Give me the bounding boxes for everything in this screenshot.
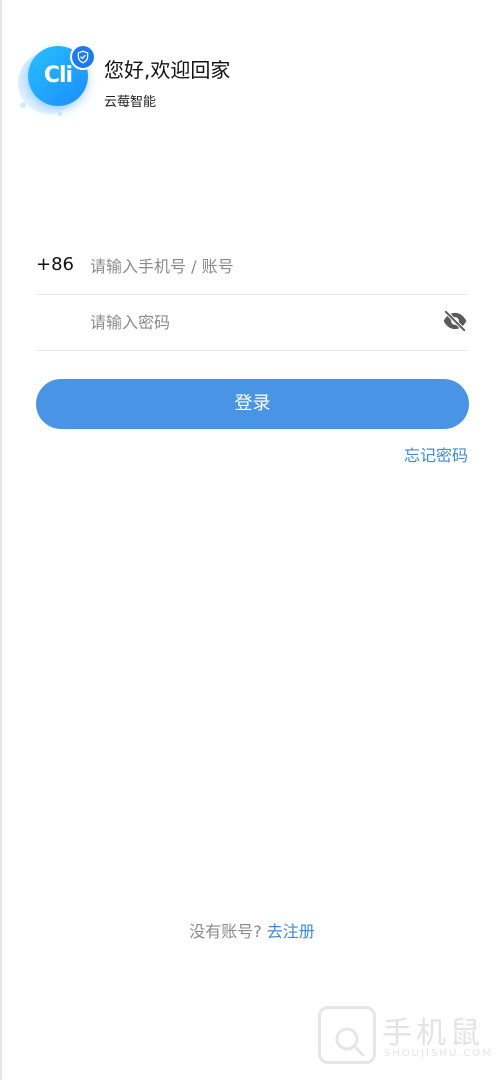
login-button[interactable]: 登录 xyxy=(36,379,469,429)
logo-dot xyxy=(58,112,62,116)
password-row xyxy=(36,296,468,351)
logo-dot xyxy=(20,102,26,108)
watermark: 手机鼠 SHOUJISHU.COM xyxy=(318,1006,491,1072)
register-link[interactable]: 去注册 xyxy=(267,922,315,941)
forgot-password-link[interactable]: 忘记密码 xyxy=(404,442,468,466)
eye-off-icon[interactable] xyxy=(442,308,468,334)
country-code-selector[interactable]: +86 xyxy=(36,254,74,275)
app-logo: Cli xyxy=(18,40,98,120)
watermark-logo-icon xyxy=(318,1006,376,1064)
account-input[interactable] xyxy=(90,250,460,282)
shield-check-icon xyxy=(70,44,96,70)
password-input[interactable] xyxy=(90,306,430,338)
app-name: 云莓智能 xyxy=(104,95,157,110)
watermark-text: 手机鼠 xyxy=(382,1016,484,1051)
register-prompt: 没有账号? 去注册 xyxy=(0,918,504,942)
no-account-text: 没有账号? xyxy=(189,922,262,941)
greeting-title: 您好,欢迎回家 xyxy=(104,58,231,82)
watermark-subtext: SHOUJISHU.COM xyxy=(384,1048,493,1059)
account-row: +86 xyxy=(36,240,468,295)
